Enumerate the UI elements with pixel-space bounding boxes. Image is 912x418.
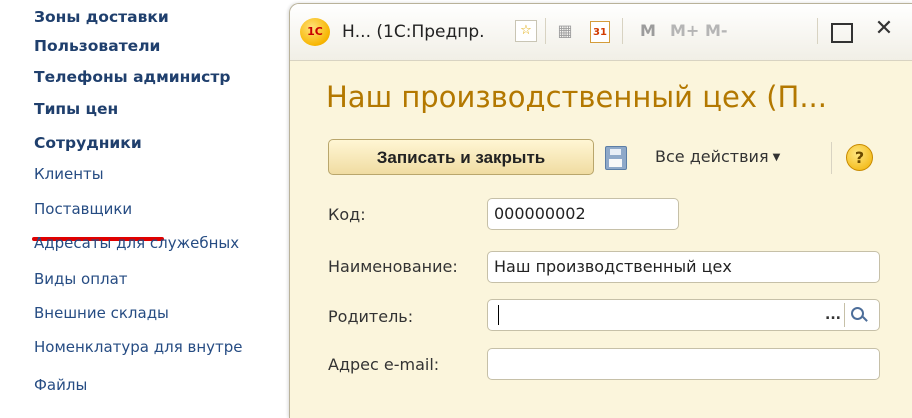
nav-item-admin-phones[interactable]: Телефоны администр (34, 67, 290, 87)
nav-item-clients[interactable]: Клиенты (34, 164, 290, 184)
memory-m-icon[interactable]: M (640, 20, 656, 42)
code-field[interactable]: 000000002 (487, 198, 679, 230)
nav-item-payment-types[interactable]: Виды оплат (34, 269, 290, 289)
toolbar-separator (831, 142, 832, 174)
nav-item-internal-nomenclature[interactable]: Номенклатура для внутре (34, 337, 290, 357)
close-icon[interactable]: ✕ (873, 18, 895, 40)
window-title: Н... (1С:Предпр. (342, 22, 485, 42)
calendar-icon[interactable]: 31 (590, 21, 610, 43)
email-label: Адрес e-mail: (328, 355, 440, 374)
all-actions-menu[interactable]: Все действия ▼ (655, 147, 780, 166)
window-titlebar[interactable]: 1С Н... (1С:Предпр. ☆ ▦ 31 M M+ M- ✕ (290, 4, 912, 61)
titlebar-separator (622, 18, 623, 44)
memory-plus-icon[interactable]: M+ (670, 20, 699, 42)
help-icon[interactable]: ? (846, 144, 873, 171)
maximize-icon[interactable] (831, 23, 853, 43)
name-field[interactable]: Наш производственный цех (487, 251, 880, 283)
code-label: Код: (328, 205, 366, 224)
save-and-close-button[interactable]: Записать и закрыть (328, 139, 594, 175)
select-parent-button[interactable]: ... (822, 304, 844, 326)
nav-item-files[interactable]: Файлы (34, 375, 290, 395)
text-caret (498, 305, 499, 325)
search-icon[interactable] (844, 303, 871, 327)
nav-item-employees[interactable]: Сотрудники (34, 133, 290, 153)
form-title: Наш производственный цех (П... (326, 80, 827, 114)
parent-label: Родитель: (328, 307, 414, 326)
name-label: Наименование: (328, 257, 458, 276)
navigation-panel: Зоны доставки Пользователи Телефоны адми… (0, 0, 300, 417)
titlebar-separator (545, 18, 546, 44)
nav-item-suppliers[interactable]: Поставщики (34, 199, 290, 219)
nav-item-external-warehouses[interactable]: Внешние склады (34, 303, 290, 323)
nav-item-delivery-zones[interactable]: Зоны доставки (34, 7, 290, 27)
nav-item-service-recipients[interactable]: Адресаты для служебных (34, 233, 290, 253)
email-field[interactable] (487, 348, 880, 380)
favorite-star-icon[interactable]: ☆ (515, 20, 537, 42)
dropdown-arrow-icon: ▼ (772, 152, 781, 163)
item-form-window: 1С Н... (1С:Предпр. ☆ ▦ 31 M M+ M- ✕ Наш… (289, 3, 912, 418)
parent-field[interactable]: ... (487, 299, 880, 331)
nav-item-users[interactable]: Пользователи (34, 36, 290, 56)
memory-minus-icon[interactable]: M- (705, 20, 728, 42)
nav-item-price-types[interactable]: Типы цен (34, 99, 290, 119)
titlebar-separator (817, 18, 818, 44)
all-actions-label: Все действия (655, 147, 769, 166)
save-floppy-icon[interactable] (605, 146, 627, 170)
1c-logo-icon[interactable]: 1С (300, 18, 330, 46)
calculator-icon[interactable]: ▦ (555, 20, 575, 42)
